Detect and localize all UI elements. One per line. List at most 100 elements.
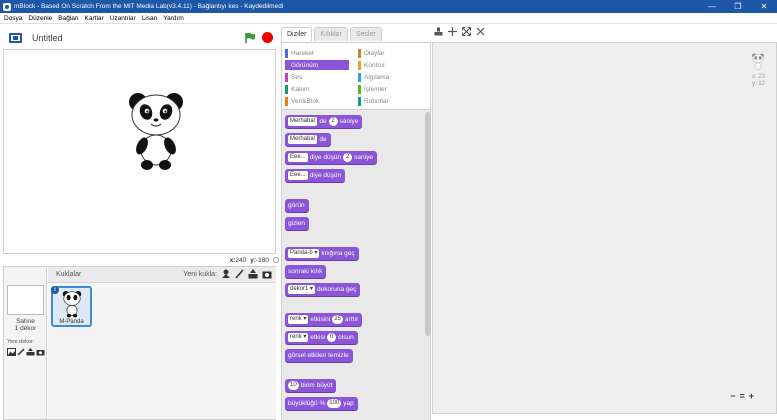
block-number[interactable]: 100	[327, 399, 342, 408]
block-say[interactable]: Merhaba! de	[285, 133, 331, 146]
block-number[interactable]: 2	[343, 153, 353, 162]
category-sound[interactable]: Ses	[285, 72, 302, 82]
category-sensing[interactable]: Algılama	[358, 72, 389, 82]
new-decor-tools	[7, 348, 45, 356]
block-number[interactable]: 0	[327, 333, 337, 342]
cut-icon[interactable]	[448, 27, 457, 36]
block-think[interactable]: Eee... diye düşün	[285, 169, 346, 182]
paint-sprite-icon[interactable]	[235, 269, 244, 279]
sprites-panel: Sahne 1 dekor Yeni dekor: Kuklalar Yeni …	[3, 266, 276, 420]
block-number[interactable]: 25	[332, 315, 343, 324]
category-pen[interactable]: Kalem	[285, 84, 309, 94]
menu-lisan[interactable]: Lisan	[142, 15, 158, 22]
panda-thumbnail	[62, 291, 82, 318]
block-input[interactable]: Merhaba!	[288, 117, 318, 126]
camera-icon[interactable]	[36, 348, 45, 356]
menu-duzenle[interactable]: Düzenle	[28, 15, 52, 22]
category-events[interactable]: Olaylar	[358, 48, 385, 58]
stage-resize-handle[interactable]	[273, 257, 279, 263]
title-bar: mBlock - Based On Scratch From the MIT M…	[0, 0, 777, 13]
block-dropdown[interactable]: renk ▾	[288, 315, 309, 324]
block-next-costume[interactable]: sonraki kılık	[285, 265, 327, 278]
stop-button[interactable]	[262, 32, 273, 43]
maximize-button[interactable]: ❐	[725, 0, 751, 13]
category-data[interactable]: Veri&Blok	[285, 96, 319, 106]
paint-brush-icon[interactable]	[17, 348, 25, 356]
category-label: Ses	[291, 73, 303, 81]
shrink-icon[interactable]	[476, 27, 485, 36]
stage-canvas[interactable]	[3, 49, 276, 254]
sprite-library-icon[interactable]	[221, 269, 231, 279]
stamp-icon[interactable]	[434, 27, 443, 36]
x-value: 240	[235, 256, 247, 264]
category-label: Görünüm	[291, 61, 319, 69]
sprite-name: M-Panda	[59, 319, 84, 325]
menu-baglan[interactable]: Bağlan	[58, 15, 78, 22]
stage-coordinates: x: 240 y: -180	[3, 255, 279, 265]
menu-bar: Dosya Düzenle Bağlan Kartlar Uzantılar L…	[0, 13, 777, 24]
block-set-size[interactable]: büyüklüğü % 100 yap	[285, 397, 358, 410]
block-switch-costume[interactable]: Panda-b ▾ kılığına geç	[285, 247, 359, 260]
block-text: yap	[343, 400, 354, 407]
block-text: saniye	[339, 118, 359, 125]
menu-kartlar[interactable]: Kartlar	[85, 15, 104, 22]
minimize-button[interactable]: —	[699, 0, 725, 13]
upload-sprite-icon[interactable]	[248, 269, 258, 279]
camera-sprite-icon[interactable]	[262, 269, 272, 279]
project-title[interactable]: Untitled	[32, 33, 63, 43]
block-text: arttır	[344, 316, 359, 323]
block-dropdown[interactable]: renk ▾	[288, 333, 309, 342]
block-clear-effects[interactable]: görsel etkileri temizle	[285, 349, 353, 362]
sprite-card-m-panda[interactable]: i M-Panda	[51, 286, 92, 327]
block-say-for-secs[interactable]: Merhaba! de 2 saniye	[285, 115, 363, 128]
category-looks[interactable]: Görünüm	[285, 60, 349, 70]
block-change-effect[interactable]: renk ▾ etkisini 25 arttır	[285, 313, 363, 326]
category-control[interactable]: Kontrol	[358, 60, 385, 70]
block-show[interactable]: görün	[285, 199, 309, 212]
stage-thumbnail[interactable]	[7, 285, 44, 315]
block-number[interactable]: 2	[328, 117, 338, 126]
editor-tabs: Diziler Kılıklar Sesler	[281, 26, 384, 42]
category-label: Olaylar	[364, 49, 385, 57]
block-set-effect[interactable]: renk ▾ etkisi 0 olsun	[285, 331, 358, 344]
block-input[interactable]: Merhaba!	[288, 135, 318, 144]
zoom-in-button[interactable]: +	[749, 391, 754, 401]
close-button[interactable]: ✕	[751, 0, 777, 13]
menu-uzantilar[interactable]: Uzantılar	[110, 15, 136, 22]
block-dropdown[interactable]: Panda-b ▾	[288, 249, 320, 258]
block-text: birim büyüt	[300, 382, 333, 389]
script-area[interactable]: x: 23 y: 12 − = +	[432, 42, 777, 414]
block-text: olsun	[338, 334, 354, 341]
new-sprite-label: Yeni kukla:	[183, 270, 217, 278]
block-change-size[interactable]: 10 birim büyüt	[285, 379, 337, 392]
sprite-info-button[interactable]: i	[51, 286, 59, 294]
upload-icon[interactable]	[26, 348, 35, 356]
green-flag-icon[interactable]	[244, 32, 256, 44]
menu-yardim[interactable]: Yardım	[163, 15, 183, 22]
category-robots[interactable]: Robotlar	[358, 96, 389, 106]
block-dropdown[interactable]: dekor1 ▾	[288, 285, 316, 294]
tab-scripts[interactable]: Diziler	[281, 27, 313, 41]
block-input[interactable]: Eee...	[288, 153, 308, 162]
block-switch-backdrop[interactable]: dekor1 ▾ dekoruna geç	[285, 283, 361, 296]
image-library-icon[interactable]	[7, 348, 16, 356]
stage-header: Untitled	[3, 27, 276, 49]
fullscreen-icon[interactable]	[9, 33, 22, 43]
block-think-for-secs[interactable]: Eee... diye düşün 2 saniye	[285, 151, 377, 164]
block-number[interactable]: 10	[288, 381, 299, 390]
block-input[interactable]: Eee...	[288, 171, 308, 180]
category-label: Kontrol	[364, 61, 385, 69]
grow-icon[interactable]	[462, 27, 471, 36]
block-hide[interactable]: gizlen	[285, 217, 309, 230]
zoom-out-button[interactable]: −	[730, 391, 735, 401]
block-text: görsel etkileri temizle	[288, 352, 349, 359]
palette-scrollbar[interactable]	[425, 112, 431, 336]
menu-dosya[interactable]: Dosya	[4, 15, 22, 22]
category-operators[interactable]: İşlemler	[358, 84, 387, 94]
panda-sprite[interactable]	[125, 90, 187, 172]
sprite-x: x: 23	[751, 74, 765, 80]
tab-costumes[interactable]: Kılıklar	[314, 27, 348, 41]
zoom-reset-button[interactable]: =	[739, 391, 744, 401]
category-motion[interactable]: Hareket	[285, 48, 314, 58]
tab-sounds[interactable]: Sesler	[349, 27, 382, 41]
